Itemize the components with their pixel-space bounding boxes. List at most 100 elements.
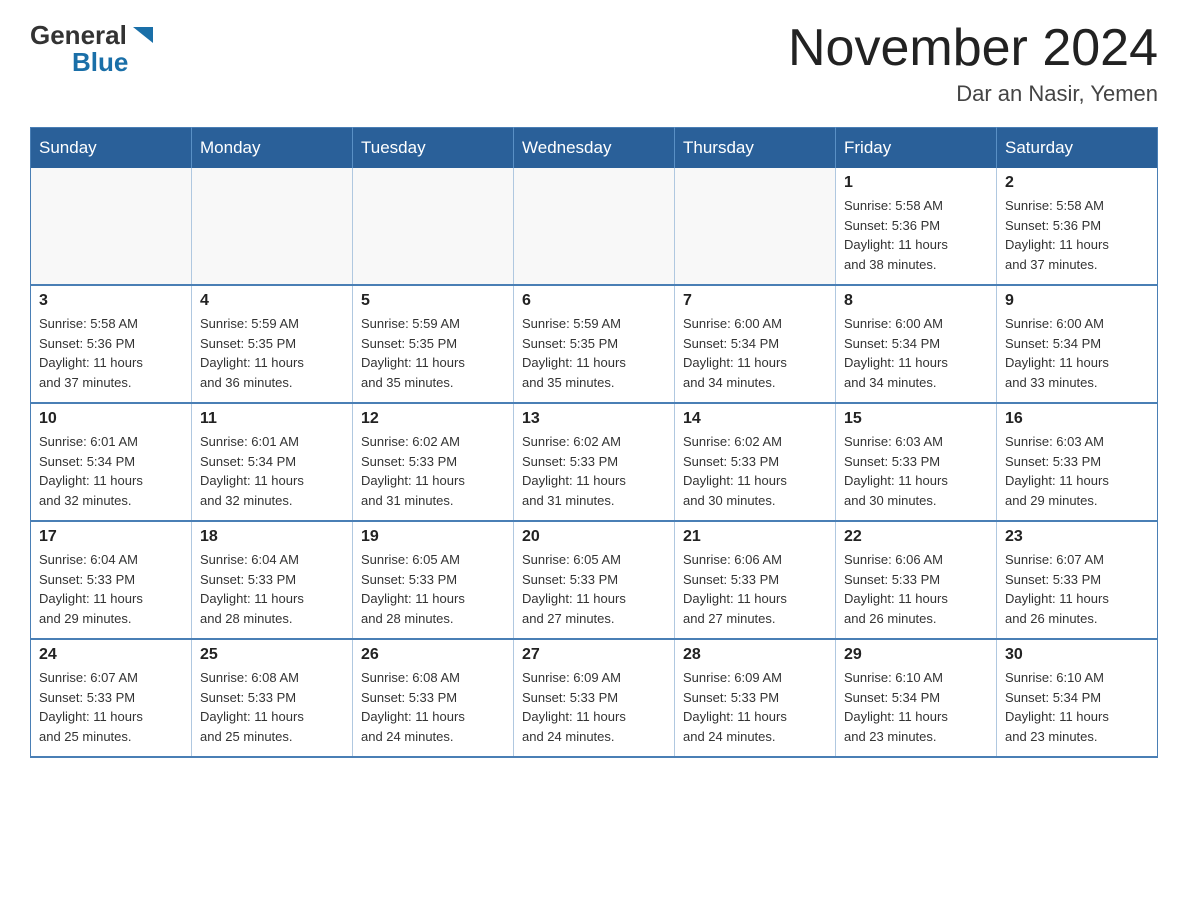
day-number: 13 <box>522 410 666 428</box>
day-number: 29 <box>844 646 988 664</box>
day-info: Sunrise: 5:58 AM Sunset: 5:36 PM Dayligh… <box>39 314 183 392</box>
day-number: 6 <box>522 292 666 310</box>
day-number: 23 <box>1005 528 1149 546</box>
day-info: Sunrise: 6:05 AM Sunset: 5:33 PM Dayligh… <box>361 550 505 628</box>
calendar-cell: 19 Sunrise: 6:05 AM Sunset: 5:33 PM Dayli… <box>353 521 514 639</box>
day-number: 12 <box>361 410 505 428</box>
weekday-header-friday: Friday <box>836 128 997 169</box>
day-number: 21 <box>683 528 827 546</box>
day-info: Sunrise: 6:05 AM Sunset: 5:33 PM Dayligh… <box>522 550 666 628</box>
day-info: Sunrise: 6:04 AM Sunset: 5:33 PM Dayligh… <box>200 550 344 628</box>
day-info: Sunrise: 6:06 AM Sunset: 5:33 PM Dayligh… <box>683 550 827 628</box>
weekday-header-tuesday: Tuesday <box>353 128 514 169</box>
day-info: Sunrise: 6:02 AM Sunset: 5:33 PM Dayligh… <box>683 432 827 510</box>
calendar-week-4: 17Sunrise: 6:04 AM Sunset: 5:33 PM Dayli… <box>31 521 1158 639</box>
weekday-header-row: SundayMondayTuesdayWednesdayThursdayFrid… <box>31 128 1158 169</box>
day-info: Sunrise: 5:59 AM Sunset: 5:35 PM Dayligh… <box>522 314 666 392</box>
day-number: 16 <box>1005 410 1149 428</box>
day-number: 15 <box>844 410 988 428</box>
calendar-cell: 13 Sunrise: 6:02 AM Sunset: 5:33 PM Dayli… <box>514 403 675 521</box>
logo: General Blue <box>30 20 157 78</box>
day-info: Sunrise: 5:58 AM Sunset: 5:36 PM Dayligh… <box>1005 196 1149 274</box>
day-info: Sunrise: 6:04 AM Sunset: 5:33 PM Dayligh… <box>39 550 183 628</box>
day-info: Sunrise: 5:58 AM Sunset: 5:36 PM Dayligh… <box>844 196 988 274</box>
calendar-week-5: 24Sunrise: 6:07 AM Sunset: 5:33 PM Dayli… <box>31 639 1158 757</box>
calendar-week-2: 3 Sunrise: 5:58 AM Sunset: 5:36 PM Daylig… <box>31 285 1158 403</box>
calendar-cell <box>353 168 514 285</box>
day-number: 25 <box>200 646 344 664</box>
calendar-cell: 26 Sunrise: 6:08 AM Sunset: 5:33 PM Dayli… <box>353 639 514 757</box>
day-number: 18 <box>200 528 344 546</box>
day-info: Sunrise: 6:08 AM Sunset: 5:33 PM Dayligh… <box>200 668 344 746</box>
weekday-header-saturday: Saturday <box>997 128 1158 169</box>
day-number: 8 <box>844 292 988 310</box>
day-info: Sunrise: 6:01 AM Sunset: 5:34 PM Dayligh… <box>200 432 344 510</box>
calendar-cell <box>675 168 836 285</box>
calendar-cell <box>192 168 353 285</box>
calendar-cell: 24Sunrise: 6:07 AM Sunset: 5:33 PM Dayli… <box>31 639 192 757</box>
calendar-cell: 7 Sunrise: 6:00 AM Sunset: 5:34 PM Daylig… <box>675 285 836 403</box>
day-info: Sunrise: 6:07 AM Sunset: 5:33 PM Dayligh… <box>1005 550 1149 628</box>
day-number: 5 <box>361 292 505 310</box>
page-header: General Blue November 2024 Dar an Nasir,… <box>30 20 1158 107</box>
day-number: 26 <box>361 646 505 664</box>
day-info: Sunrise: 6:01 AM Sunset: 5:34 PM Dayligh… <box>39 432 183 510</box>
calendar-cell: 4Sunrise: 5:59 AM Sunset: 5:35 PM Daylig… <box>192 285 353 403</box>
calendar-cell <box>31 168 192 285</box>
day-number: 2 <box>1005 174 1149 192</box>
day-number: 1 <box>844 174 988 192</box>
calendar-cell: 6 Sunrise: 5:59 AM Sunset: 5:35 PM Daylig… <box>514 285 675 403</box>
calendar-cell: 15Sunrise: 6:03 AM Sunset: 5:33 PM Dayli… <box>836 403 997 521</box>
calendar-cell: 12 Sunrise: 6:02 AM Sunset: 5:33 PM Dayli… <box>353 403 514 521</box>
calendar-header: SundayMondayTuesdayWednesdayThursdayFrid… <box>31 128 1158 169</box>
calendar-cell: 27Sunrise: 6:09 AM Sunset: 5:33 PM Dayli… <box>514 639 675 757</box>
calendar-cell: 17Sunrise: 6:04 AM Sunset: 5:33 PM Dayli… <box>31 521 192 639</box>
calendar-subtitle: Dar an Nasir, Yemen <box>788 81 1158 107</box>
calendar-cell: 20 Sunrise: 6:05 AM Sunset: 5:33 PM Dayli… <box>514 521 675 639</box>
day-info: Sunrise: 6:03 AM Sunset: 5:33 PM Dayligh… <box>1005 432 1149 510</box>
day-number: 22 <box>844 528 988 546</box>
calendar-cell: 30 Sunrise: 6:10 AM Sunset: 5:34 PM Dayli… <box>997 639 1158 757</box>
day-info: Sunrise: 6:07 AM Sunset: 5:33 PM Dayligh… <box>39 668 183 746</box>
calendar-cell: 9Sunrise: 6:00 AM Sunset: 5:34 PM Daylig… <box>997 285 1158 403</box>
calendar-cell: 1 Sunrise: 5:58 AM Sunset: 5:36 PM Daylig… <box>836 168 997 285</box>
calendar-week-1: 1 Sunrise: 5:58 AM Sunset: 5:36 PM Daylig… <box>31 168 1158 285</box>
calendar-cell: 23 Sunrise: 6:07 AM Sunset: 5:33 PM Dayli… <box>997 521 1158 639</box>
day-number: 3 <box>39 292 183 310</box>
day-number: 14 <box>683 410 827 428</box>
calendar-cell: 25 Sunrise: 6:08 AM Sunset: 5:33 PM Dayli… <box>192 639 353 757</box>
day-info: Sunrise: 5:59 AM Sunset: 5:35 PM Dayligh… <box>361 314 505 392</box>
calendar-cell: 28 Sunrise: 6:09 AM Sunset: 5:33 PM Dayli… <box>675 639 836 757</box>
day-info: Sunrise: 6:10 AM Sunset: 5:34 PM Dayligh… <box>1005 668 1149 746</box>
day-number: 7 <box>683 292 827 310</box>
day-info: Sunrise: 6:09 AM Sunset: 5:33 PM Dayligh… <box>522 668 666 746</box>
weekday-header-thursday: Thursday <box>675 128 836 169</box>
calendar-cell <box>514 168 675 285</box>
calendar-cell: 14 Sunrise: 6:02 AM Sunset: 5:33 PM Dayli… <box>675 403 836 521</box>
day-info: Sunrise: 6:02 AM Sunset: 5:33 PM Dayligh… <box>361 432 505 510</box>
calendar-cell: 22Sunrise: 6:06 AM Sunset: 5:33 PM Dayli… <box>836 521 997 639</box>
calendar-cell: 2 Sunrise: 5:58 AM Sunset: 5:36 PM Daylig… <box>997 168 1158 285</box>
day-info: Sunrise: 6:00 AM Sunset: 5:34 PM Dayligh… <box>683 314 827 392</box>
calendar-cell: 8 Sunrise: 6:00 AM Sunset: 5:34 PM Daylig… <box>836 285 997 403</box>
day-number: 30 <box>1005 646 1149 664</box>
calendar-cell: 18 Sunrise: 6:04 AM Sunset: 5:33 PM Dayli… <box>192 521 353 639</box>
day-info: Sunrise: 6:08 AM Sunset: 5:33 PM Dayligh… <box>361 668 505 746</box>
weekday-header-sunday: Sunday <box>31 128 192 169</box>
calendar-title-block: November 2024 Dar an Nasir, Yemen <box>788 20 1158 107</box>
day-number: 28 <box>683 646 827 664</box>
weekday-header-wednesday: Wednesday <box>514 128 675 169</box>
day-number: 10 <box>39 410 183 428</box>
calendar-title: November 2024 <box>788 20 1158 77</box>
day-number: 20 <box>522 528 666 546</box>
calendar-cell: 29Sunrise: 6:10 AM Sunset: 5:34 PM Dayli… <box>836 639 997 757</box>
day-info: Sunrise: 6:02 AM Sunset: 5:33 PM Dayligh… <box>522 432 666 510</box>
calendar-cell: 10 Sunrise: 6:01 AM Sunset: 5:34 PM Dayli… <box>31 403 192 521</box>
day-info: Sunrise: 6:09 AM Sunset: 5:33 PM Dayligh… <box>683 668 827 746</box>
calendar-cell: 16 Sunrise: 6:03 AM Sunset: 5:33 PM Dayli… <box>997 403 1158 521</box>
logo-triangle-icon <box>129 21 157 49</box>
calendar-cell: 21 Sunrise: 6:06 AM Sunset: 5:33 PM Dayli… <box>675 521 836 639</box>
calendar-cell: 11Sunrise: 6:01 AM Sunset: 5:34 PM Dayli… <box>192 403 353 521</box>
day-number: 19 <box>361 528 505 546</box>
day-info: Sunrise: 6:00 AM Sunset: 5:34 PM Dayligh… <box>844 314 988 392</box>
